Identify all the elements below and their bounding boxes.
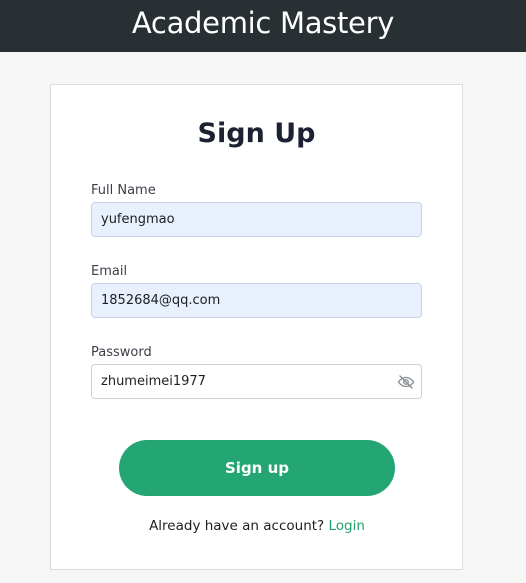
app-title: Academic Mastery: [131, 6, 395, 40]
full-name-label: Full Name: [91, 183, 156, 198]
email-input[interactable]: [91, 283, 422, 318]
login-prompt-text: Already have an account?: [149, 518, 325, 534]
signup-card: [50, 84, 463, 570]
login-prompt: Already have an account? Login: [0, 517, 514, 535]
top-bar: Academic Mastery: [0, 0, 526, 52]
email-label: Email: [91, 264, 128, 279]
signup-button[interactable]: Sign up: [119, 440, 395, 496]
eye-slash-icon[interactable]: [397, 373, 415, 391]
password-input[interactable]: [91, 364, 422, 399]
login-link[interactable]: Login: [329, 518, 365, 534]
password-label: Password: [91, 345, 152, 360]
full-name-input[interactable]: [91, 202, 422, 237]
form-title: Sign Up: [197, 118, 316, 149]
